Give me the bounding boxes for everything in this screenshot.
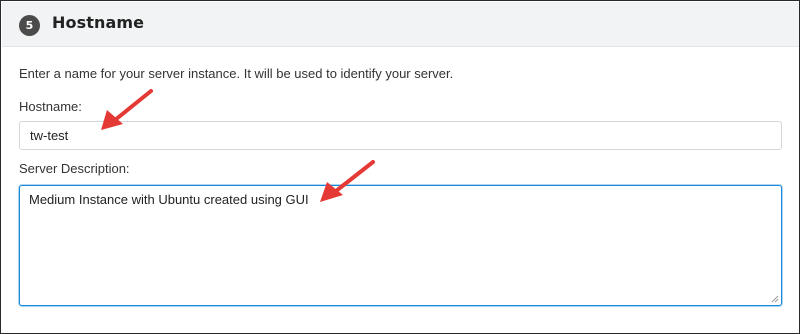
- section-title: Hostname: [52, 13, 145, 32]
- server-description-textarea[interactable]: Medium Instance with Ubuntu created usin…: [19, 185, 782, 306]
- server-description-label: Server Description:: [19, 161, 130, 176]
- resize-grip-icon[interactable]: [769, 293, 779, 303]
- intro-text: Enter a name for your server instance. I…: [19, 66, 454, 81]
- step-number-badge: 5: [19, 15, 40, 36]
- annotation-arrow-hostname: [101, 89, 153, 130]
- hostname-label: Hostname:: [19, 99, 82, 114]
- annotation-arrow-description: [320, 160, 375, 202]
- section-header: 5 Hostname: [2, 2, 799, 47]
- hostname-panel: 5 Hostname Enter a name for your server …: [0, 0, 800, 334]
